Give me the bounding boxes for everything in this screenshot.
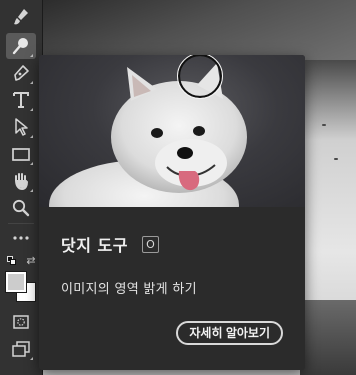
tool-group-indicator — [30, 108, 33, 111]
tool-group-indicator — [30, 357, 33, 360]
pen-tool[interactable] — [6, 60, 36, 86]
brush-icon — [14, 9, 28, 25]
learn-more-button[interactable]: 자세히 알아보기 — [176, 321, 283, 345]
tooltip-description: 이미지의 영역 밝게 하기 — [61, 282, 197, 297]
samoyed-dog-image — [49, 55, 247, 207]
pen-icon — [14, 65, 29, 81]
color-swatches — [6, 272, 38, 304]
tool-group-indicator — [30, 54, 33, 57]
default-background-swatch — [10, 259, 16, 265]
brush-tool[interactable] — [6, 4, 36, 30]
swap-colors-icon[interactable]: ⇄ — [24, 254, 38, 268]
type-icon — [13, 92, 29, 108]
default-colors-button[interactable] — [7, 256, 17, 266]
dodge-icon — [12, 38, 28, 55]
tooltip-title-row: 닷지 도구 O — [61, 232, 159, 256]
shortcut-key-badge: O — [141, 235, 159, 253]
tool-group-indicator — [30, 81, 33, 84]
zoom-tool[interactable] — [6, 195, 36, 221]
path-selection-tool[interactable] — [6, 114, 36, 140]
tool-group-indicator — [30, 162, 33, 165]
magnifier-icon — [12, 199, 30, 217]
foreground-color-swatch[interactable] — [6, 272, 26, 292]
dodge-tool[interactable] — [6, 33, 36, 59]
arrow-icon — [15, 118, 28, 136]
screen-mode-icon — [12, 341, 30, 357]
tool-group-indicator — [30, 135, 33, 138]
tool-group-indicator — [30, 189, 33, 192]
screen-mode[interactable] — [6, 336, 36, 362]
quick-mask-mode[interactable] — [6, 309, 36, 335]
quick-mask-icon — [13, 315, 29, 329]
tools-panel: ⇄ — [0, 0, 43, 375]
hand-icon — [15, 173, 29, 191]
rectangle-icon — [12, 148, 30, 161]
hand-tool[interactable] — [6, 168, 36, 194]
tooltip-preview-image — [39, 55, 305, 207]
canvas-detail — [322, 124, 326, 126]
rectangle-tool[interactable] — [6, 141, 36, 167]
more-tools[interactable] — [6, 224, 36, 250]
canvas-rock — [300, 300, 356, 375]
dodge-tool-tooltip: 닷지 도구 O 이미지의 영역 밝게 하기 자세히 알아보기 — [39, 55, 305, 370]
tooltip-title: 닷지 도구 — [61, 236, 128, 255]
type-tool[interactable] — [6, 87, 36, 113]
canvas-detail — [334, 158, 338, 160]
ellipsis-icon — [13, 236, 29, 240]
